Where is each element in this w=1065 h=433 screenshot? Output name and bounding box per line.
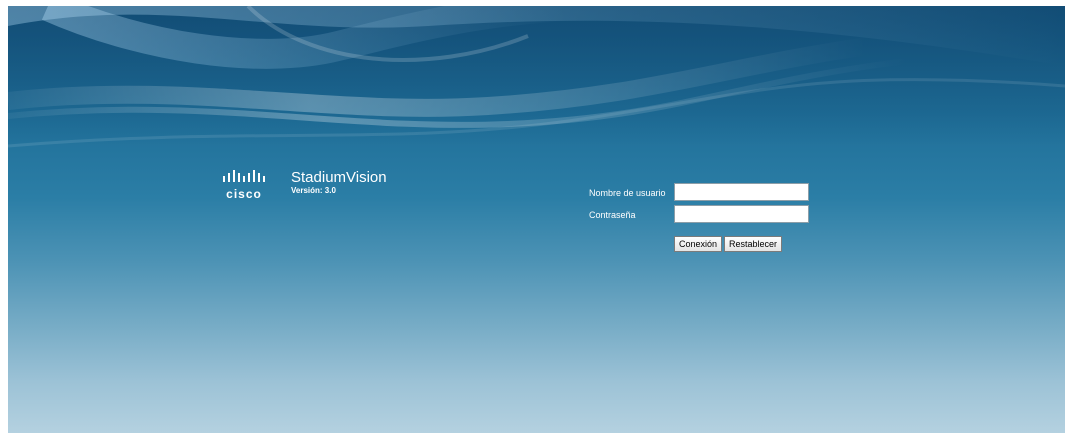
product-name: StadiumVision [291,169,387,186]
password-field[interactable] [674,205,809,223]
login-page: cisco StadiumVision Versión: 3.0 Nombre … [8,6,1065,433]
username-field[interactable] [674,183,809,201]
background-swoosh [8,6,1065,148]
svg-text:cisco: cisco [226,187,262,201]
product-branding: StadiumVision Versión: 3.0 [291,169,387,196]
version-label: Versión: 3.0 [291,186,336,195]
login-button[interactable]: Conexión [674,236,723,252]
password-label: Contraseña [589,210,636,220]
cisco-bridge-icon: cisco [223,170,265,201]
reset-button[interactable]: Restablecer [724,236,783,252]
form-buttons: Conexión Restablecer [674,236,784,252]
username-label: Nombre de usuario [589,188,666,198]
cisco-logo: cisco [221,168,281,204]
